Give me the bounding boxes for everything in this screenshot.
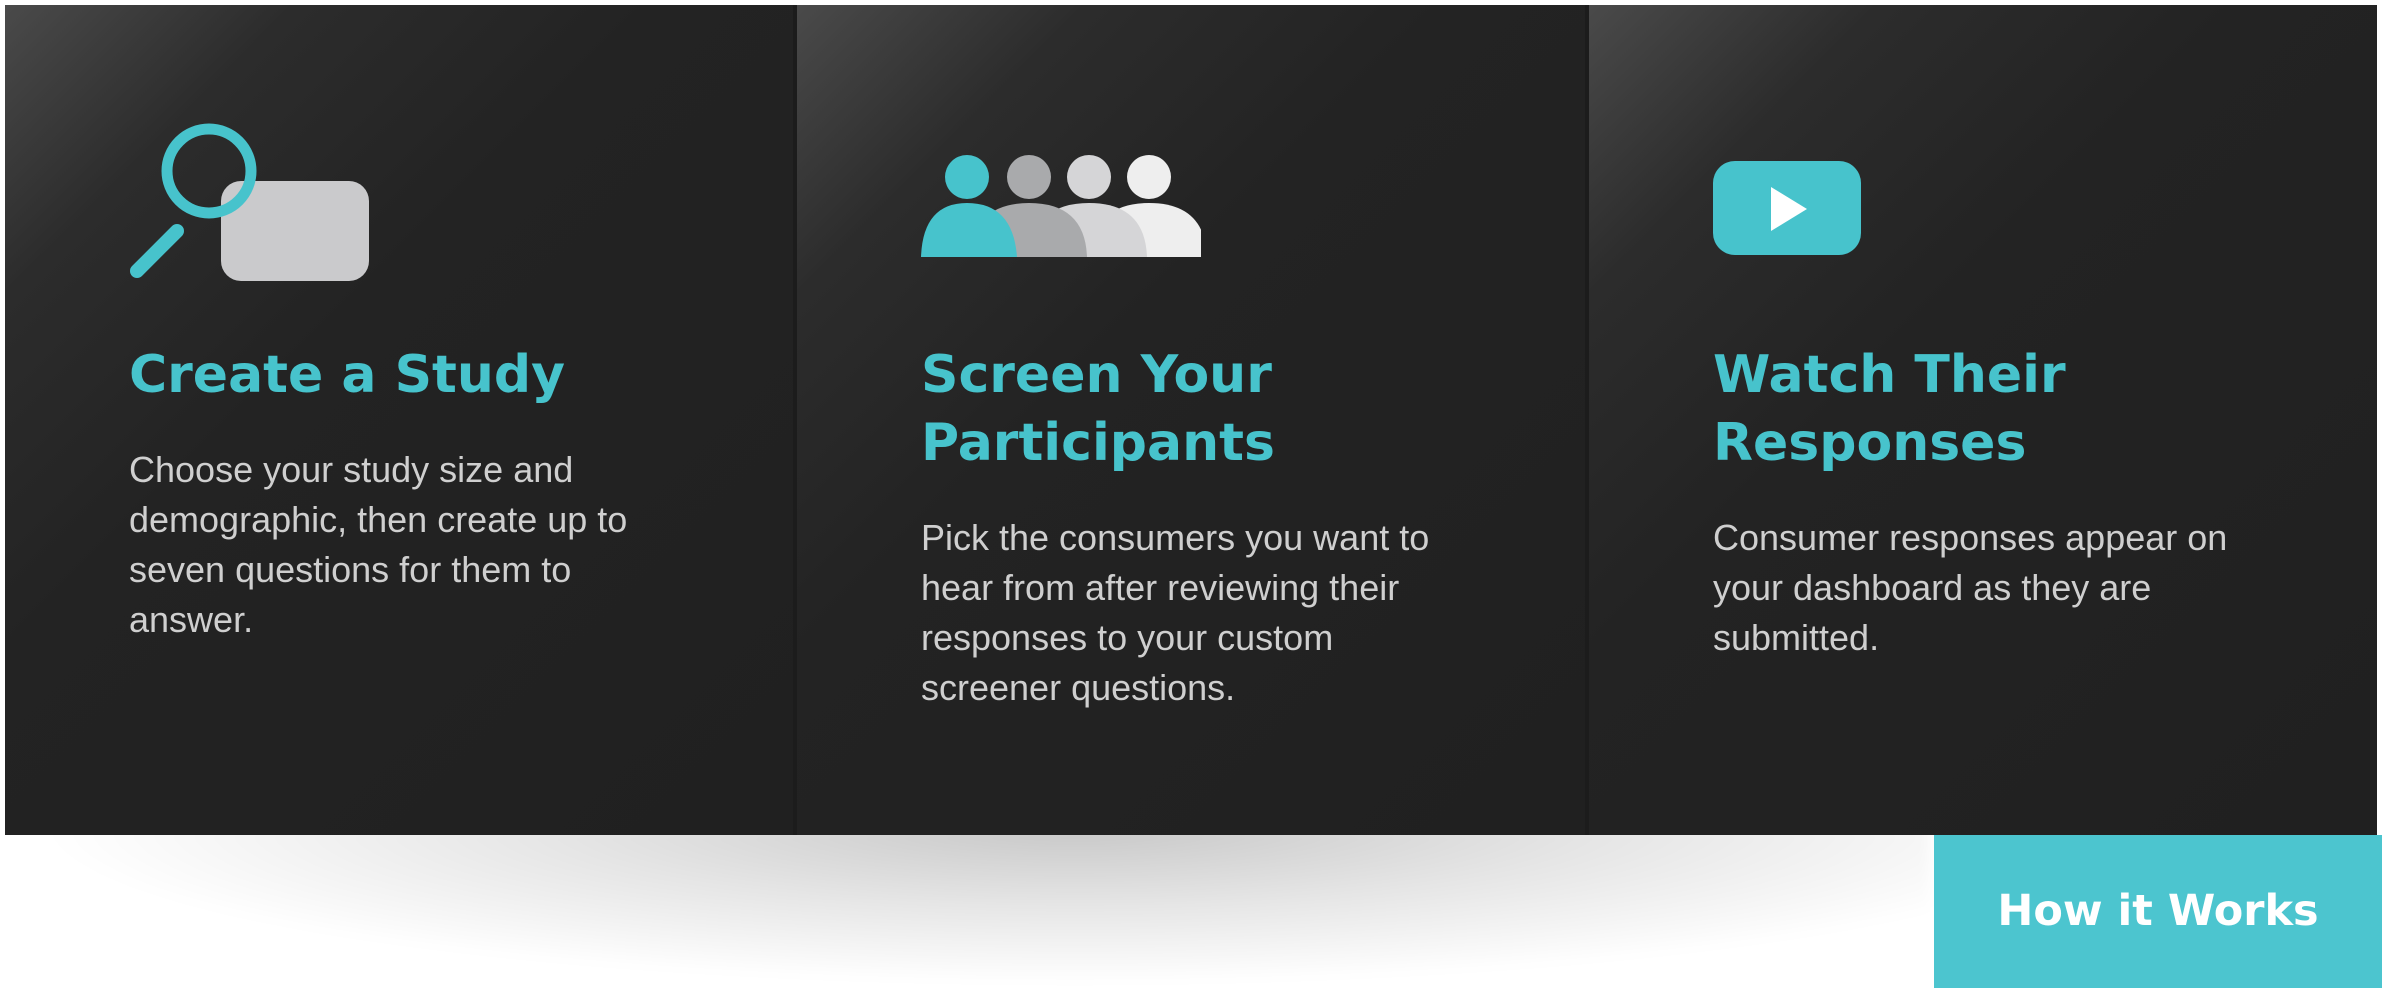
step-card-create-study: Create a Study Choose your study size an… <box>5 5 793 835</box>
steps-panel: Create a Study Choose your study size an… <box>5 5 2377 835</box>
step-title: Create a Study <box>129 345 566 405</box>
how-it-works-section: Create a Study Choose your study size an… <box>0 0 2382 988</box>
people-group-icon <box>921 153 1207 267</box>
step-description: Pick the consumers you want to hear from… <box>921 517 1430 708</box>
step-description: Choose your study size and demographic, … <box>129 449 628 640</box>
step-card-watch-responses: Watch Their Responses Consumer responses… <box>1585 5 2377 835</box>
panel-shadow <box>30 825 1930 985</box>
step-card-screen-participants: Screen Your Participants Pick the consum… <box>793 5 1585 835</box>
how-it-works-button[interactable]: How it Works <box>1934 835 2382 988</box>
step-description: Consumer responses appear on your dashbo… <box>1713 517 2228 658</box>
magnifier-document-icon <box>129 123 369 287</box>
step-title: Watch Their Responses <box>1713 345 2066 473</box>
video-play-icon <box>1713 161 1863 265</box>
step-title: Screen Your Participants <box>921 345 1275 473</box>
